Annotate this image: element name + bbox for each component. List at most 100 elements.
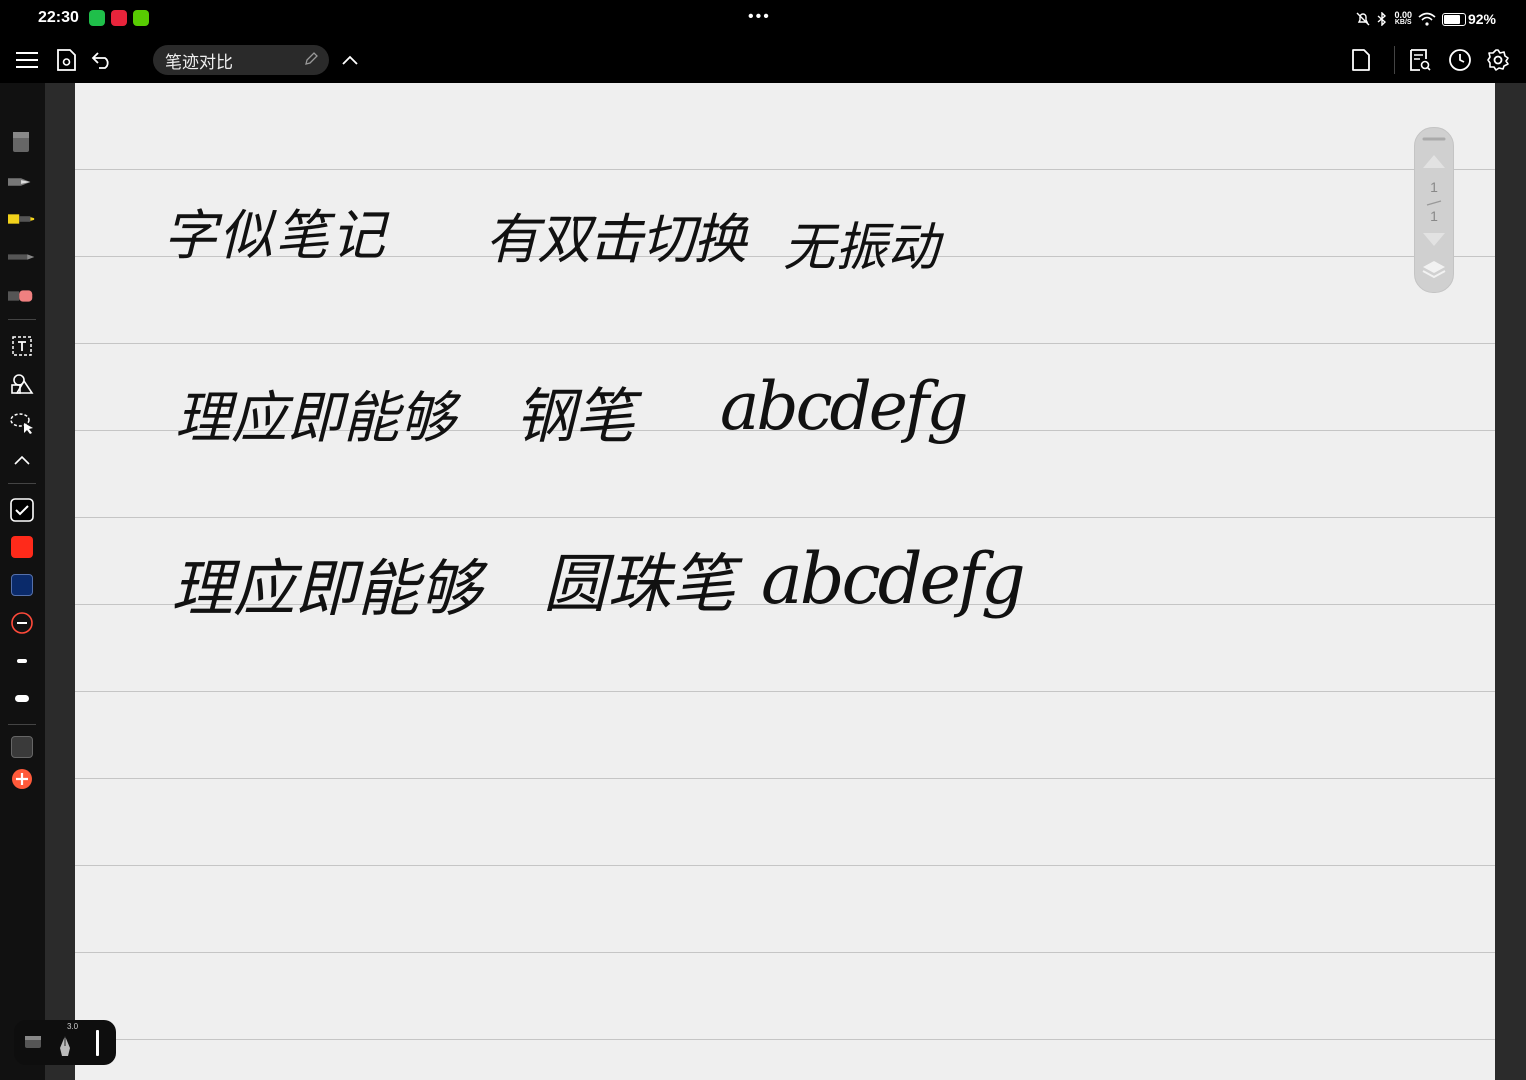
- eraser-tool-icon: [13, 132, 29, 152]
- eraser-tool[interactable]: [8, 128, 36, 156]
- handwriting-line2-c: abcdefg: [720, 368, 969, 445]
- collapse-toolbar-button[interactable]: [337, 47, 363, 73]
- red-swatch: [11, 536, 33, 558]
- color-navy[interactable]: [8, 571, 36, 599]
- page-up-icon[interactable]: [1421, 152, 1447, 170]
- drag-handle-icon[interactable]: [1422, 136, 1446, 142]
- handwriting-line1-c: 无振动: [783, 218, 940, 278]
- more-dots[interactable]: •••: [748, 8, 771, 26]
- ruled-line: [75, 778, 1495, 779]
- stroke-thin-icon: [17, 659, 27, 663]
- history-button[interactable]: [1447, 47, 1473, 73]
- search-notes-button[interactable]: [1407, 47, 1433, 73]
- menu-icon: [16, 52, 38, 68]
- handwriting-line3-c: abcdefg: [761, 538, 1026, 620]
- shapes-icon: [11, 374, 34, 394]
- ruled-line: [75, 343, 1495, 344]
- reading-mode-button[interactable]: [53, 47, 79, 73]
- wechat-icon: [89, 10, 105, 26]
- net-speed-value: 0.00: [1394, 10, 1412, 20]
- reading-mode-icon: [57, 49, 76, 71]
- chevron-up-icon: [14, 455, 30, 465]
- wifi-icon: [1418, 12, 1436, 26]
- collapse-tools-button[interactable]: [8, 446, 36, 474]
- handwriting-line3-b: 圆珠笔: [543, 548, 735, 622]
- pen-size: 3.0: [67, 1022, 79, 1031]
- eraser-quick-icon[interactable]: [24, 1033, 42, 1051]
- settings-button[interactable]: [1485, 47, 1511, 73]
- fountain-pen-quick-icon[interactable]: [58, 1034, 72, 1058]
- text-tool[interactable]: [8, 332, 36, 360]
- page-button[interactable]: [1348, 47, 1374, 73]
- ruled-line: [75, 169, 1495, 170]
- pen-stroke-preview: [96, 1030, 99, 1056]
- minus-circle-icon: [11, 612, 33, 634]
- gray-swatch-button[interactable]: [8, 733, 36, 761]
- duolingo-icon: [133, 10, 149, 26]
- menu-button[interactable]: [14, 47, 40, 73]
- top-toolbar: 笔迹对比: [0, 38, 1526, 83]
- ruled-line: [75, 517, 1495, 518]
- sidebar-divider: [8, 724, 36, 725]
- toolbar-divider: [1394, 46, 1395, 74]
- battery-percent: 92%: [1467, 11, 1496, 27]
- total-pages: 1: [1430, 208, 1438, 224]
- note-title-text: 笔迹对比: [165, 52, 233, 72]
- add-color-button[interactable]: [8, 765, 36, 793]
- layers-icon[interactable]: [1421, 258, 1447, 282]
- lasso-tool[interactable]: [8, 409, 36, 437]
- search-notes-icon: [1410, 49, 1431, 71]
- edit-icon[interactable]: [303, 51, 319, 67]
- shapes-tool[interactable]: [8, 370, 36, 398]
- pen-quick-panel[interactable]: 3.0: [14, 1020, 116, 1065]
- history-icon: [1449, 49, 1471, 71]
- page-navigator: 1 1: [1414, 127, 1454, 293]
- checkmark-icon: [10, 498, 34, 522]
- stroke-medium[interactable]: [8, 684, 36, 712]
- stroke-thin[interactable]: [8, 647, 36, 675]
- stroke-width-minus[interactable]: [8, 609, 36, 637]
- undo-button[interactable]: [89, 47, 115, 73]
- pencil-tool[interactable]: [8, 243, 36, 271]
- page-separator-icon: [1426, 200, 1442, 206]
- navy-swatch: [11, 574, 33, 596]
- tool-sidebar: [0, 83, 45, 1080]
- bluetooth-icon: [1377, 12, 1387, 26]
- left-margin: [45, 83, 75, 1080]
- eraser-pen-icon: [8, 290, 33, 302]
- page-down-icon[interactable]: [1421, 231, 1447, 249]
- pencil-icon: [8, 254, 35, 260]
- handwriting-line3-a: 理应即能够: [171, 552, 482, 625]
- net-speed-unit: KB/S: [1394, 19, 1412, 26]
- note-canvas[interactable]: 字似笔记 有双击切换 无振动 理应即能够 钢笔 abcdefg 理应即能够 圆珠…: [75, 83, 1495, 1080]
- fountain-pen-tool[interactable]: [8, 168, 36, 196]
- ruled-line: [75, 952, 1495, 953]
- net-speed: 0.00 KB/S: [1394, 11, 1412, 27]
- plus-icon: [12, 769, 32, 789]
- highlighter-icon: [8, 214, 35, 224]
- handwriting-line1-a: 字似笔记: [163, 204, 387, 267]
- ruled-line: [75, 691, 1495, 692]
- mute-icon: [1356, 12, 1370, 26]
- text-tool-icon: [12, 336, 32, 356]
- sidebar-divider: [8, 483, 36, 484]
- stroke-medium-icon: [15, 694, 29, 702]
- undo-icon: [91, 52, 109, 69]
- chevron-up-icon: [342, 55, 358, 65]
- eraser-pen-tool[interactable]: [8, 282, 36, 310]
- color-black-selected[interactable]: [8, 496, 36, 524]
- handwriting-line1-b: 有双击切换: [485, 208, 747, 271]
- ruled-line: [75, 865, 1495, 866]
- page-icon: [1352, 49, 1370, 71]
- note-title[interactable]: 笔迹对比: [153, 45, 329, 75]
- handwriting-line2-b: 钢笔: [515, 382, 635, 452]
- ruled-line: [75, 1039, 1495, 1040]
- clock: 22:30: [38, 9, 79, 26]
- color-red[interactable]: [8, 533, 36, 561]
- fountain-pen-icon: [8, 178, 31, 186]
- current-page: 1: [1430, 179, 1438, 195]
- highlighter-tool[interactable]: [8, 205, 36, 233]
- battery-icon: [1441, 12, 1466, 26]
- settings-icon: [1487, 49, 1509, 71]
- lasso-icon: [10, 413, 33, 434]
